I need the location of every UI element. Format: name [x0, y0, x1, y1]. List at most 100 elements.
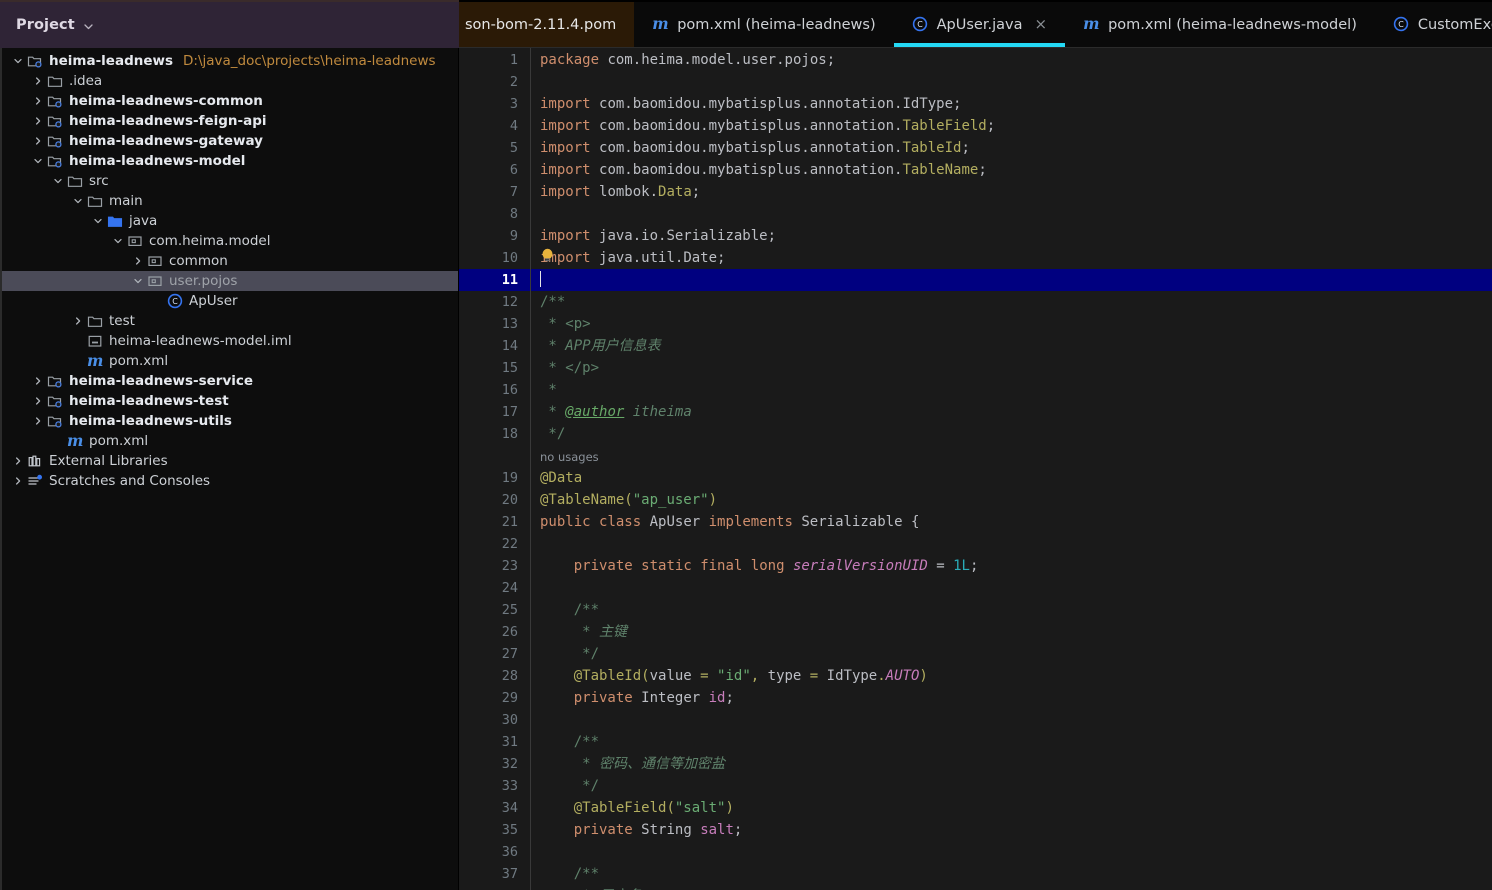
chevron-right-icon[interactable] — [30, 116, 45, 126]
chevron-right-icon[interactable] — [30, 136, 45, 146]
line-number-13[interactable]: 13 — [459, 313, 530, 335]
code-line-30[interactable] — [531, 709, 1492, 731]
editor-tab-pom-xml-heima-leadnews-model-[interactable]: m pom.xml (heima-leadnews-model) — [1065, 2, 1375, 47]
line-number-22[interactable]: 22 — [459, 533, 530, 555]
line-number-37[interactable]: 37 — [459, 863, 530, 885]
chevron-right-icon[interactable] — [130, 256, 145, 266]
code-line-18[interactable]: */ — [531, 423, 1492, 445]
line-number-32[interactable]: 32 — [459, 753, 530, 775]
line-number-34[interactable]: 34 — [459, 797, 530, 819]
code-line-21[interactable]: public class ApUser implements Serializa… — [531, 511, 1492, 533]
line-number-24[interactable]: 24 — [459, 577, 530, 599]
project-tree-panel[interactable]: heima-leadnews D:\java_doc\projects\heima… — [0, 48, 459, 890]
code-editor[interactable]: 123456789101112131415161718.192021222324… — [459, 48, 1492, 890]
line-number-14[interactable]: 14 — [459, 335, 530, 357]
code-line-7[interactable]: import lombok.Data; — [531, 181, 1492, 203]
tree-item-com-heima-model[interactable]: com.heima.model — [0, 231, 458, 251]
chevron-right-icon[interactable] — [30, 96, 45, 106]
tree-item-external-libraries[interactable]: External Libraries — [0, 451, 458, 471]
editor-tab-son-bom-2-11-4-pom[interactable]: son-bom-2.11.4.pom — [459, 2, 635, 47]
chevron-right-icon[interactable] — [30, 396, 45, 406]
line-number-28[interactable]: 28 — [459, 665, 530, 687]
chevron-down-icon[interactable] — [90, 216, 105, 226]
line-number-16[interactable]: 16 — [459, 379, 530, 401]
line-number-31[interactable]: 31 — [459, 731, 530, 753]
line-number-27[interactable]: 27 — [459, 643, 530, 665]
tree-item-heima-leadnews-feign-api[interactable]: heima-leadnews-feign-api — [0, 111, 458, 131]
tree-item-pom-xml[interactable]: m pom.xml — [0, 351, 458, 371]
tree-item-heima-leadnews[interactable]: heima-leadnews D:\java_doc\projects\heima… — [0, 51, 458, 71]
tree-item-common[interactable]: common — [0, 251, 458, 271]
code-line-22[interactable] — [531, 533, 1492, 555]
line-number-10[interactable]: 10 — [459, 247, 530, 269]
code-line-2[interactable] — [531, 71, 1492, 93]
chevron-right-icon[interactable] — [30, 416, 45, 426]
line-number-18[interactable]: 18 — [459, 423, 530, 445]
code-line-11[interactable] — [531, 269, 1492, 291]
code-line-28[interactable]: @TableId(value = "id", type = IdType.AUT… — [531, 665, 1492, 687]
tree-item-heima-leadnews-model-iml[interactable]: heima-leadnews-model.iml — [0, 331, 458, 351]
line-number-2[interactable]: 2 — [459, 71, 530, 93]
code-line-38[interactable]: * 用户名 — [531, 885, 1492, 890]
line-number-8[interactable]: 8 — [459, 203, 530, 225]
code-line-3[interactable]: import com.baomidou.mybatisplus.annotati… — [531, 93, 1492, 115]
code-line-32[interactable]: * 密码、通信等加密盐 — [531, 753, 1492, 775]
tree-item-main[interactable]: main — [0, 191, 458, 211]
code-line-4[interactable]: import com.baomidou.mybatisplus.annotati… — [531, 115, 1492, 137]
line-number-1[interactable]: 1 — [459, 49, 530, 71]
code-line-37[interactable]: /** — [531, 863, 1492, 885]
line-number-33[interactable]: 33 — [459, 775, 530, 797]
tree-item-test[interactable]: test — [0, 311, 458, 331]
tree-item-heima-leadnews-test[interactable]: heima-leadnews-test — [0, 391, 458, 411]
line-number-35[interactable]: 35 — [459, 819, 530, 841]
editor-code-area[interactable]: package com.heima.model.user.pojos; impo… — [531, 48, 1492, 890]
code-line-19[interactable]: @Data — [531, 467, 1492, 489]
chevron-right-icon[interactable] — [10, 456, 25, 466]
line-number-7[interactable]: 7 — [459, 181, 530, 203]
line-number-4[interactable]: 4 — [459, 115, 530, 137]
code-line-29[interactable]: private Integer id; — [531, 687, 1492, 709]
close-icon[interactable]: × — [1034, 17, 1047, 32]
chevron-right-icon[interactable] — [30, 376, 45, 386]
editor-gutter[interactable]: 123456789101112131415161718.192021222324… — [459, 48, 531, 890]
chevron-down-icon[interactable] — [70, 196, 85, 206]
line-number-30[interactable]: 30 — [459, 709, 530, 731]
editor-tab-pom-xml-heima-leadnews-[interactable]: m pom.xml (heima-leadnews) — [634, 2, 893, 47]
code-line-10[interactable]: import java.util.Date; — [531, 247, 1492, 269]
code-line-8[interactable] — [531, 203, 1492, 225]
chevron-right-icon[interactable] — [70, 316, 85, 326]
code-line-24[interactable] — [531, 577, 1492, 599]
tree-item-heima-leadnews-common[interactable]: heima-leadnews-common — [0, 91, 458, 111]
tree-item-heima-leadnews-service[interactable]: heima-leadnews-service — [0, 371, 458, 391]
code-line-27[interactable]: */ — [531, 643, 1492, 665]
code-line-14[interactable]: * APP用户信息表 — [531, 335, 1492, 357]
tree-item-heima-leadnews-utils[interactable]: heima-leadnews-utils — [0, 411, 458, 431]
line-number-29[interactable]: 29 — [459, 687, 530, 709]
editor-tab-apuser-java[interactable]: C ApUser.java × — [893, 2, 1066, 47]
code-line-12[interactable]: /** — [531, 291, 1492, 313]
tree-item-scratches-and-consoles[interactable]: Scratches and Consoles — [0, 471, 458, 491]
line-number-23[interactable]: 23 — [459, 555, 530, 577]
code-line-26[interactable]: * 主键 — [531, 621, 1492, 643]
code-line-15[interactable]: * </p> — [531, 357, 1492, 379]
line-number-20[interactable]: 20 — [459, 489, 530, 511]
line-number-21[interactable]: 21 — [459, 511, 530, 533]
editor-tab-customexception-java[interactable]: C CustomException.java — [1375, 2, 1492, 47]
code-line-36[interactable] — [531, 841, 1492, 863]
code-line-35[interactable]: private String salt; — [531, 819, 1492, 841]
code-line-5[interactable]: import com.baomidou.mybatisplus.annotati… — [531, 137, 1492, 159]
code-line-6[interactable]: import com.baomidou.mybatisplus.annotati… — [531, 159, 1492, 181]
code-line-16[interactable]: * — [531, 379, 1492, 401]
inlay-hint-no-usages[interactable]: no usages — [531, 445, 1492, 467]
line-number-11[interactable]: 11 — [459, 269, 530, 291]
tree-item-heima-leadnews-gateway[interactable]: heima-leadnews-gateway — [0, 131, 458, 151]
chevron-down-icon[interactable] — [30, 156, 45, 166]
tree-item-src[interactable]: src — [0, 171, 458, 191]
code-line-31[interactable]: /** — [531, 731, 1492, 753]
line-number-12[interactable]: 12 — [459, 291, 530, 313]
chevron-down-icon[interactable] — [10, 56, 25, 66]
code-line-33[interactable]: */ — [531, 775, 1492, 797]
line-number-26[interactable]: 26 — [459, 621, 530, 643]
intention-bulb-icon[interactable] — [541, 248, 554, 263]
tree-item-user-pojos[interactable]: user.pojos — [0, 271, 458, 291]
